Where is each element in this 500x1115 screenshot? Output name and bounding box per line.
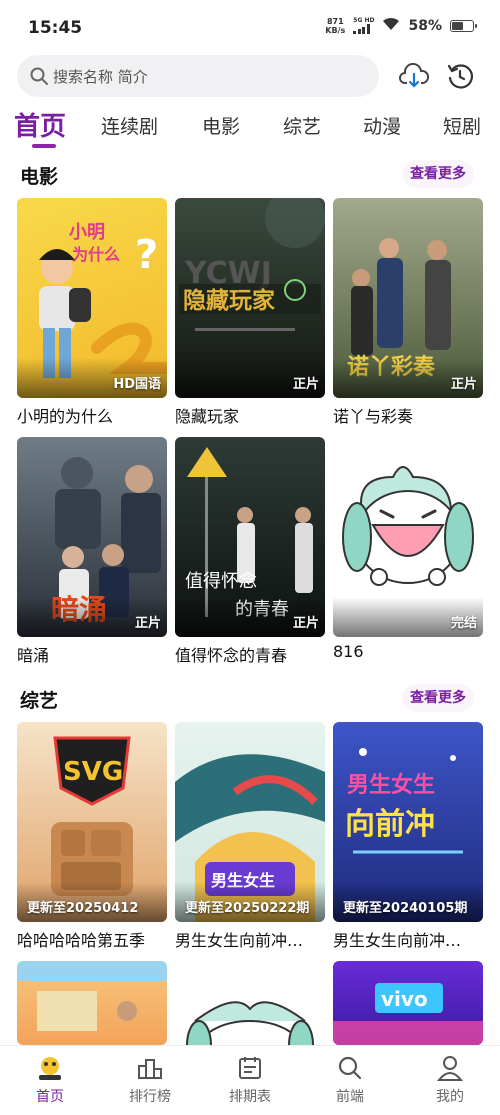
poster: SVG 更新至20250412 bbox=[17, 722, 167, 922]
card-title: 哈哈哈哈哈第五季 bbox=[17, 931, 146, 950]
search-placeholder: 搜索名称 简介 bbox=[53, 67, 148, 86]
network-speed-value: 871 bbox=[326, 16, 344, 26]
battery-percent: 58% bbox=[408, 17, 442, 34]
card-title: 隐藏玩家 bbox=[175, 407, 240, 426]
nav-profile[interactable]: 我的 bbox=[415, 1054, 485, 1106]
signal-label: 5G HD bbox=[353, 17, 375, 24]
tab-series[interactable]: 连续剧 bbox=[101, 112, 158, 139]
home-logo-icon bbox=[36, 1054, 64, 1082]
network-speed-unit: KB/s bbox=[325, 25, 346, 35]
card-title: 暗涌 bbox=[17, 646, 50, 665]
badge: 完结 bbox=[450, 616, 477, 631]
status-time: 15:45 bbox=[28, 18, 83, 38]
status-indicators: 871 KB/s 5G HD 58% bbox=[325, 16, 477, 35]
poster bbox=[175, 961, 325, 1045]
poster bbox=[17, 961, 167, 1045]
nav-schedule[interactable]: 排期表 bbox=[215, 1054, 285, 1106]
badge: HD国语 bbox=[113, 377, 161, 392]
badge: 更新至20250222期 bbox=[185, 901, 310, 916]
variety-more-button[interactable]: 查看更多 bbox=[402, 684, 474, 712]
badge: 更新至20240105期 bbox=[343, 901, 468, 916]
card-title: 值得怀念的青春 bbox=[175, 646, 288, 665]
nav-label: 首页 bbox=[36, 1089, 64, 1105]
nav-ranking[interactable]: 排行榜 bbox=[115, 1054, 185, 1106]
svg-text:小明: 小明 bbox=[69, 222, 105, 243]
card-title: 男生女生向前冲… bbox=[333, 931, 462, 950]
badge: 正片 bbox=[450, 377, 477, 392]
poster: 男生女生 更新至20250222期 bbox=[175, 722, 325, 922]
status-bar: 15:45 871 KB/s 5G HD 58% bbox=[0, 0, 500, 58]
tab-movies[interactable]: 电影 bbox=[202, 112, 240, 139]
variety-card[interactable] bbox=[17, 961, 167, 1045]
svg-text:SVG: SVG bbox=[63, 757, 123, 787]
section-title-variety: 综艺 bbox=[20, 690, 59, 712]
movie-card[interactable]: 小明 为什么 ? HD国语 小明的为什么 bbox=[17, 198, 167, 427]
badge: 正片 bbox=[134, 616, 161, 631]
svg-text:男生女生: 男生女生 bbox=[347, 772, 435, 798]
schedule-icon bbox=[236, 1054, 264, 1082]
badge: 正片 bbox=[292, 616, 319, 631]
variety-card[interactable] bbox=[175, 961, 325, 1045]
section-title-movies: 电影 bbox=[20, 166, 59, 188]
tab-home[interactable]: 首页 bbox=[14, 106, 66, 143]
movie-card[interactable]: 暗涌 正片 暗涌 bbox=[17, 437, 167, 666]
svg-text:vivo: vivo bbox=[381, 987, 428, 1011]
nav-label: 排行榜 bbox=[129, 1089, 171, 1105]
badge: 正片 bbox=[292, 377, 319, 392]
movie-card[interactable]: 值得怀念 的青春 正片 值得怀念的青春 bbox=[175, 437, 325, 666]
category-tabs: 首页 连续剧 电影 综艺 动漫 短剧 bbox=[0, 104, 500, 148]
nav-home[interactable]: 首页 bbox=[15, 1054, 85, 1106]
placeholder-mascot-icon bbox=[186, 1001, 314, 1045]
badge: 更新至20250412 bbox=[27, 901, 139, 916]
svg-text:值得怀念: 值得怀念 bbox=[185, 570, 257, 592]
poster: vivo bbox=[333, 961, 483, 1045]
nav-label: 排期表 bbox=[229, 1089, 271, 1105]
wifi-icon bbox=[382, 16, 400, 35]
podium-icon bbox=[136, 1054, 164, 1082]
card-title: 诺丫与彩奏 bbox=[333, 407, 414, 426]
cellular-signal-icon: 5G HD bbox=[353, 17, 374, 34]
cloud-download-icon bbox=[399, 63, 429, 88]
history-button[interactable] bbox=[444, 60, 476, 92]
tab-anime[interactable]: 动漫 bbox=[363, 112, 401, 139]
card-title: 816 bbox=[333, 642, 364, 661]
svg-text:隐藏玩家: 隐藏玩家 bbox=[183, 287, 275, 314]
battery-icon bbox=[450, 19, 477, 32]
movie-card[interactable]: YCWJ 隐藏玩家 正片 隐藏玩家 bbox=[175, 198, 325, 427]
svg-text:?: ? bbox=[135, 232, 158, 278]
svg-text:为什么: 为什么 bbox=[72, 245, 120, 264]
poster: 小明 为什么 ? HD国语 bbox=[17, 198, 167, 398]
card-title: 男生女生向前冲… bbox=[175, 931, 304, 950]
movie-card[interactable]: 诺丫彩奏 正片 诺丫与彩奏 bbox=[333, 198, 483, 427]
poster: YCWJ 隐藏玩家 正片 bbox=[175, 198, 325, 398]
cloud-download-button[interactable] bbox=[398, 60, 430, 92]
variety-card[interactable]: vivo bbox=[333, 961, 483, 1045]
nav-label: 我的 bbox=[436, 1089, 464, 1105]
tab-variety[interactable]: 综艺 bbox=[283, 112, 321, 139]
user-icon bbox=[436, 1054, 464, 1082]
movies-more-button[interactable]: 查看更多 bbox=[402, 160, 474, 188]
nav-label: 前端 bbox=[336, 1089, 364, 1105]
search-input[interactable]: 搜索名称 简介 bbox=[17, 55, 379, 97]
search-icon bbox=[30, 67, 48, 85]
variety-card[interactable]: 男生女生 向前冲 更新至20240105期 男生女生向前冲… bbox=[333, 722, 483, 951]
movie-card[interactable]: 完结 816 bbox=[333, 437, 483, 661]
search-icon bbox=[336, 1054, 364, 1082]
nav-frontend[interactable]: 前端 bbox=[315, 1054, 385, 1106]
tab-short-drama[interactable]: 短剧 bbox=[443, 112, 481, 139]
poster: 完结 bbox=[333, 437, 483, 637]
svg-text:向前冲: 向前冲 bbox=[345, 807, 435, 842]
poster: 诺丫彩奏 正片 bbox=[333, 198, 483, 398]
card-title: 小明的为什么 bbox=[17, 407, 114, 426]
poster: 暗涌 正片 bbox=[17, 437, 167, 637]
variety-card[interactable]: 男生女生 更新至20250222期 男生女生向前冲… bbox=[175, 722, 325, 951]
history-icon bbox=[447, 64, 473, 89]
network-speed: 871 KB/s bbox=[325, 17, 345, 35]
bottom-navigation: 首页 排行榜 排期表 前端 我的 bbox=[0, 1045, 500, 1115]
poster: 值得怀念 的青春 正片 bbox=[175, 437, 325, 637]
poster: 男生女生 向前冲 更新至20240105期 bbox=[333, 722, 483, 922]
variety-card[interactable]: SVG 更新至20250412 哈哈哈哈哈第五季 bbox=[17, 722, 167, 951]
active-tab-indicator bbox=[32, 144, 56, 148]
